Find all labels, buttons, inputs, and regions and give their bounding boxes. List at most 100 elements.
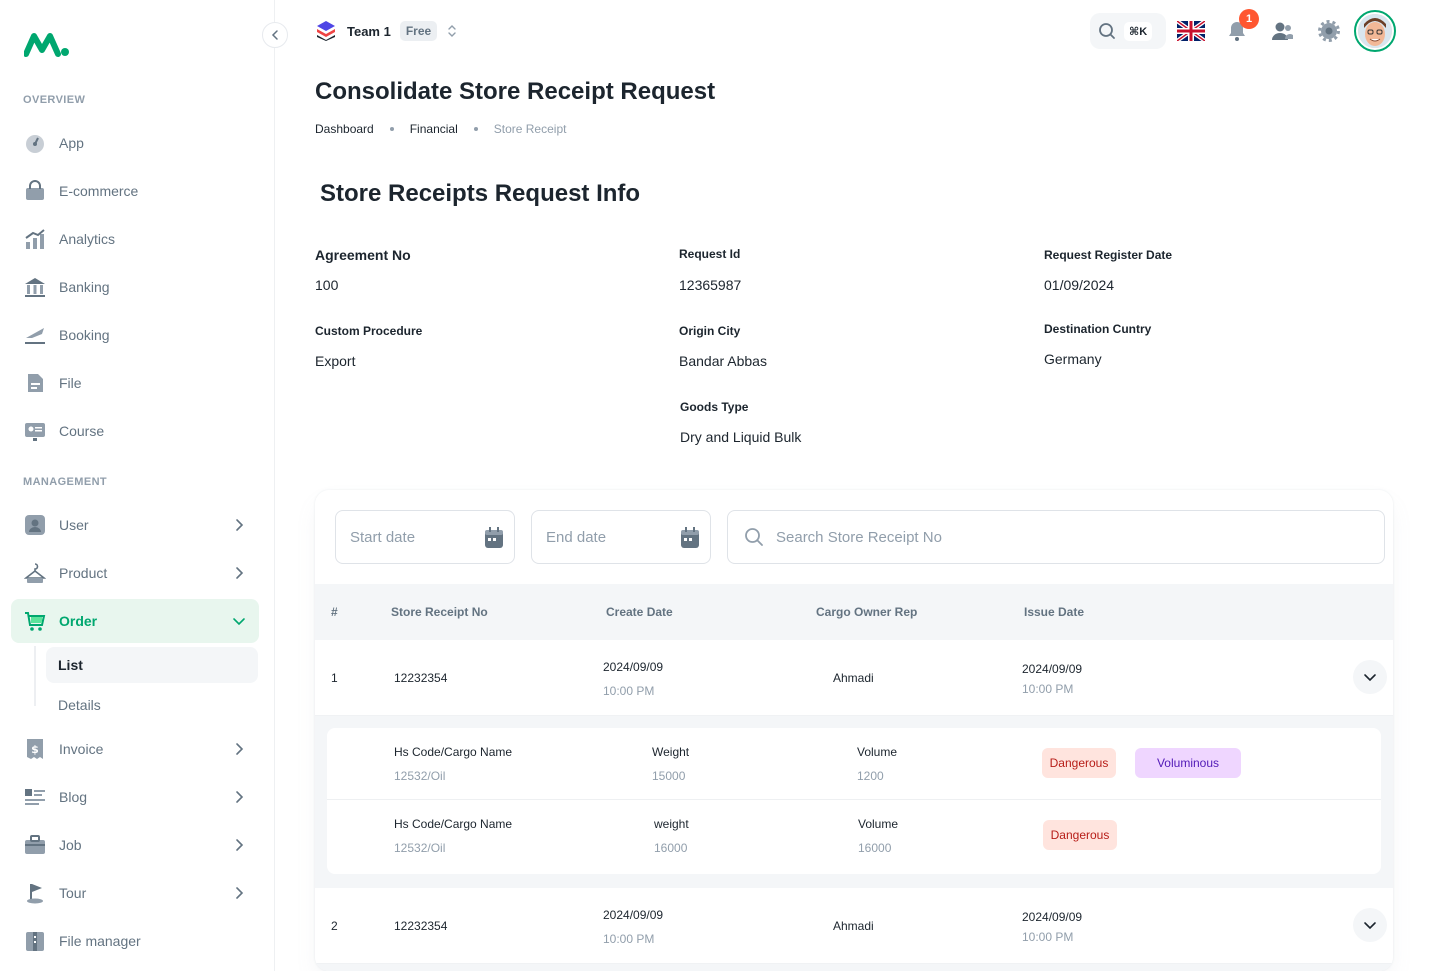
overview-section-title: OVERVIEW	[23, 94, 86, 106]
sidebar-item-order[interactable]: Order	[11, 599, 259, 643]
sidebar-item-analytics[interactable]: Analytics	[11, 217, 259, 261]
sidebar-item-label: Analytics	[59, 231, 116, 247]
column-header-receipt-no[interactable]: Store Receipt No	[391, 605, 488, 619]
row-receipt-no: 12232354	[394, 919, 448, 933]
row-cargo-owner: Ahmadi	[833, 671, 874, 685]
chevron-right-icon	[236, 839, 244, 851]
table-row[interactable]: 1 12232354 2024/09/09 10:00 PM Ahmadi 20…	[315, 640, 1393, 716]
notification-count-badge: 1	[1239, 9, 1259, 29]
sidebar-subitem-details[interactable]: Details	[46, 687, 258, 723]
breadcrumb: Dashboard Financial Store Receipt	[315, 122, 566, 136]
search-button[interactable]: ⌘K	[1090, 13, 1166, 49]
request-id-label: Request Id	[679, 247, 741, 261]
chevron-down-icon	[1364, 674, 1376, 682]
hs-code-label: Hs Code/Cargo Name	[394, 745, 513, 759]
bank-icon	[23, 275, 47, 299]
chevron-right-icon	[236, 791, 244, 803]
cargo-item: Hs Code/Cargo Name 12532/Oil weight 1600…	[327, 801, 1381, 873]
row-issue-date: 2024/09/09	[1022, 662, 1083, 676]
file-icon	[23, 371, 47, 395]
volume-value: 16000	[858, 841, 892, 855]
custom-procedure-label: Custom Procedure	[315, 324, 423, 338]
submenu-line	[34, 646, 36, 706]
row-issue-time: 10:00 PM	[1022, 682, 1074, 696]
sidebar-item-file-manager[interactable]: File manager	[11, 919, 259, 963]
sidebar-item-course[interactable]: Course	[11, 409, 259, 453]
dangerous-tag: Dangerous	[1042, 748, 1116, 778]
sidebar-item-label: File	[59, 375, 82, 391]
language-button[interactable]	[1176, 16, 1206, 46]
sidebar-item-label: Invoice	[59, 741, 104, 757]
search-icon	[745, 528, 763, 546]
settings-button[interactable]	[1314, 16, 1344, 46]
chevron-right-icon	[236, 519, 244, 531]
row-create-date: 2024/09/09	[603, 660, 664, 674]
sidebar: OVERVIEW App E-commerce Analytics Bankin…	[0, 0, 275, 971]
sidebar-item-label: App	[59, 135, 84, 151]
column-header-create-date[interactable]: Create Date	[606, 605, 673, 619]
sidebar-item-job[interactable]: Job	[11, 823, 259, 867]
chevron-right-icon	[236, 887, 244, 899]
calendar-icon[interactable]	[680, 527, 700, 549]
end-date-field[interactable]: End date	[531, 510, 711, 564]
cart-icon	[23, 609, 47, 633]
shopping-bag-icon	[23, 179, 47, 203]
row-create-time: 10:00 PM	[603, 932, 655, 946]
sidebar-item-label: Booking	[59, 327, 110, 343]
team-logo-icon	[317, 21, 335, 41]
breadcrumb-separator	[389, 127, 394, 131]
row-create-date: 2024/09/09	[603, 908, 664, 922]
page-title: Consolidate Store Receipt Request	[315, 78, 716, 105]
sidebar-item-file[interactable]: File	[11, 361, 259, 405]
table-row[interactable]: 2 12232354 2024/09/09 10:00 PM Ahmadi 20…	[315, 888, 1393, 964]
column-header-issue-date[interactable]: Issue Date	[1024, 605, 1084, 619]
cargo-items-list: Hs Code/Cargo Name 12532/Oil Weight 1500…	[327, 728, 1381, 874]
sidebar-item-label: Banking	[59, 279, 110, 295]
start-date-field[interactable]: Start date	[335, 510, 515, 564]
request-id-value: 12365987	[679, 277, 742, 293]
calendar-icon[interactable]	[484, 527, 504, 549]
breadcrumb-separator	[473, 127, 478, 131]
breadcrumb-financial[interactable]: Financial	[410, 122, 458, 136]
product-icon	[23, 561, 47, 585]
team-switcher[interactable]: Team 1 Free	[315, 19, 457, 43]
avatar-image	[1358, 14, 1392, 48]
sidebar-item-app[interactable]: App	[11, 121, 259, 165]
row-issue-time: 10:00 PM	[1022, 930, 1074, 944]
contacts-button[interactable]	[1267, 16, 1297, 46]
collapse-sidebar-button[interactable]	[262, 22, 288, 48]
user-avatar[interactable]	[1354, 10, 1396, 52]
sidebar-item-invoice[interactable]: $ Invoice	[11, 727, 259, 771]
sidebar-item-label: Product	[59, 565, 108, 581]
breadcrumb-dashboard[interactable]: Dashboard	[315, 122, 374, 136]
hs-code-value: 12532/Oil	[394, 841, 446, 855]
logo-icon[interactable]	[24, 30, 72, 58]
search-receipt-input[interactable]: Search Store Receipt No	[727, 510, 1385, 564]
sidebar-item-ecommerce[interactable]: E-commerce	[11, 169, 259, 213]
sidebar-subitem-list[interactable]: List	[46, 647, 258, 683]
chevron-down-icon	[233, 618, 245, 626]
dangerous-tag: Dangerous	[1043, 820, 1117, 850]
sidebar-item-user[interactable]: User	[11, 503, 259, 547]
flag-icon	[23, 881, 47, 905]
sidebar-item-booking[interactable]: Booking	[11, 313, 259, 357]
row-cargo-owner: Ahmadi	[833, 919, 874, 933]
column-header-cargo-owner[interactable]: Cargo Owner Rep	[816, 605, 917, 619]
start-date-placeholder: Start date	[350, 528, 416, 546]
register-date-value: 01/09/2024	[1044, 277, 1115, 293]
sidebar-item-banking[interactable]: Banking	[11, 265, 259, 309]
sidebar-item-label: User	[59, 517, 89, 533]
agreement-no-label: Agreement No	[315, 247, 411, 263]
weight-label: weight	[654, 817, 689, 831]
sidebar-item-tour[interactable]: Tour	[11, 871, 259, 915]
origin-city-value: Bandar Abbas	[679, 353, 767, 369]
expand-row-button[interactable]	[1353, 908, 1387, 942]
sidebar-item-blog[interactable]: Blog	[11, 775, 259, 819]
destination-country-label: Destination Cuntry	[1044, 322, 1152, 336]
sidebar-item-product[interactable]: Product	[11, 551, 259, 595]
volume-value: 1200	[857, 769, 884, 783]
plan-badge: Free	[399, 21, 438, 41]
collapse-row-button[interactable]	[1353, 660, 1387, 694]
hs-code-label: Hs Code/Cargo Name	[394, 817, 513, 831]
airplane-icon	[23, 323, 47, 347]
